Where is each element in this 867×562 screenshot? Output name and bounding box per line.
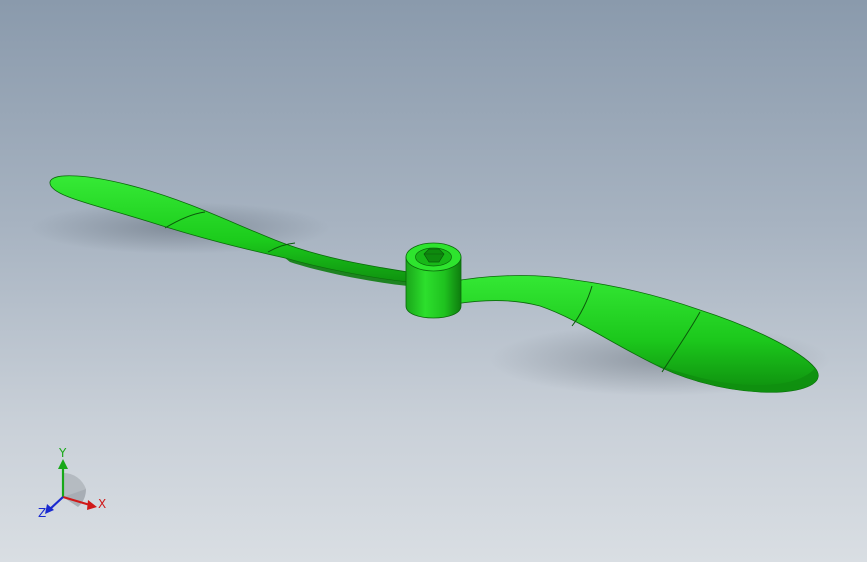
z-axis-line xyxy=(49,496,64,510)
graphics-viewport[interactable]: Y X Z xyxy=(0,0,867,562)
x-axis-arrow xyxy=(87,500,97,510)
z-axis-label: Z xyxy=(38,506,46,520)
y-axis-label: Y xyxy=(58,446,67,460)
y-axis-arrow xyxy=(58,459,68,469)
x-axis-label: X xyxy=(98,497,106,511)
propeller-model[interactable] xyxy=(0,0,867,562)
coordinate-triad: Y X Z xyxy=(38,446,106,520)
